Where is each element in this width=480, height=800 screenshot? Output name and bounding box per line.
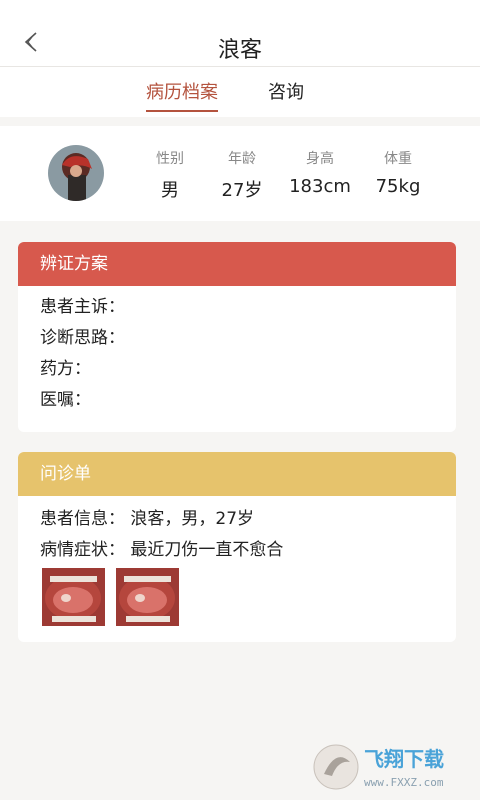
stat-height: 身高 183cm	[280, 148, 360, 197]
stat-weight: 体重 75kg	[358, 148, 438, 197]
site-watermark: 飞翔下载 www.FXXZ.com	[313, 744, 444, 790]
tab-medical-records[interactable]: 病历档案	[146, 78, 218, 112]
avatar-image	[48, 145, 104, 201]
tab-consultation[interactable]: 咨询	[268, 78, 304, 110]
stat-value: 75kg	[375, 176, 421, 197]
diagnosis-plan-title: 辨证方案	[18, 242, 456, 286]
consultation-form-title: 问诊单	[18, 452, 456, 496]
stat-value: 27岁	[221, 180, 263, 201]
stat-label: 体重	[384, 151, 412, 167]
stat-age: 年龄 27岁	[202, 148, 282, 202]
diagnosis-reasoning-row: 诊断思路：	[40, 328, 125, 348]
top-bar: 浪客	[0, 0, 480, 67]
patient-profile: 性别 男 年龄 27岁 身高 183cm 体重 75kg	[0, 126, 480, 221]
diagnosis-plan-card: 辨证方案 患者主诉： 诊断思路： 药方： 医嘱：	[18, 242, 456, 432]
stat-label: 年龄	[228, 151, 256, 167]
stat-gender: 性别 男	[130, 148, 210, 202]
doctor-advice-row: 医嘱：	[40, 390, 91, 410]
stat-value: 男	[161, 180, 179, 201]
stat-label: 身高	[306, 151, 334, 167]
patient-info-row: 患者信息： 浪客，男，27岁	[40, 509, 255, 529]
tab-bar: 病历档案 咨询	[0, 67, 480, 117]
symptom-photo[interactable]	[42, 568, 105, 626]
symptoms-row: 病情症状： 最近刀伤一直不愈合	[40, 540, 284, 560]
watermark-url: www.FXXZ.com	[364, 776, 444, 789]
watermark-brand: 飞翔下载	[364, 747, 444, 771]
page-title: 浪客	[217, 38, 262, 63]
symptom-photo[interactable]	[116, 568, 180, 626]
stat-value: 183cm	[289, 176, 351, 197]
avatar[interactable]	[48, 145, 104, 201]
consultation-form-card: 问诊单 患者信息： 浪客，男，27岁 病情症状： 最近刀伤一直不愈合	[18, 452, 456, 642]
prescription-row: 药方：	[40, 359, 91, 379]
stat-label: 性别	[156, 151, 184, 167]
chief-complaint-row: 患者主诉：	[40, 297, 125, 317]
